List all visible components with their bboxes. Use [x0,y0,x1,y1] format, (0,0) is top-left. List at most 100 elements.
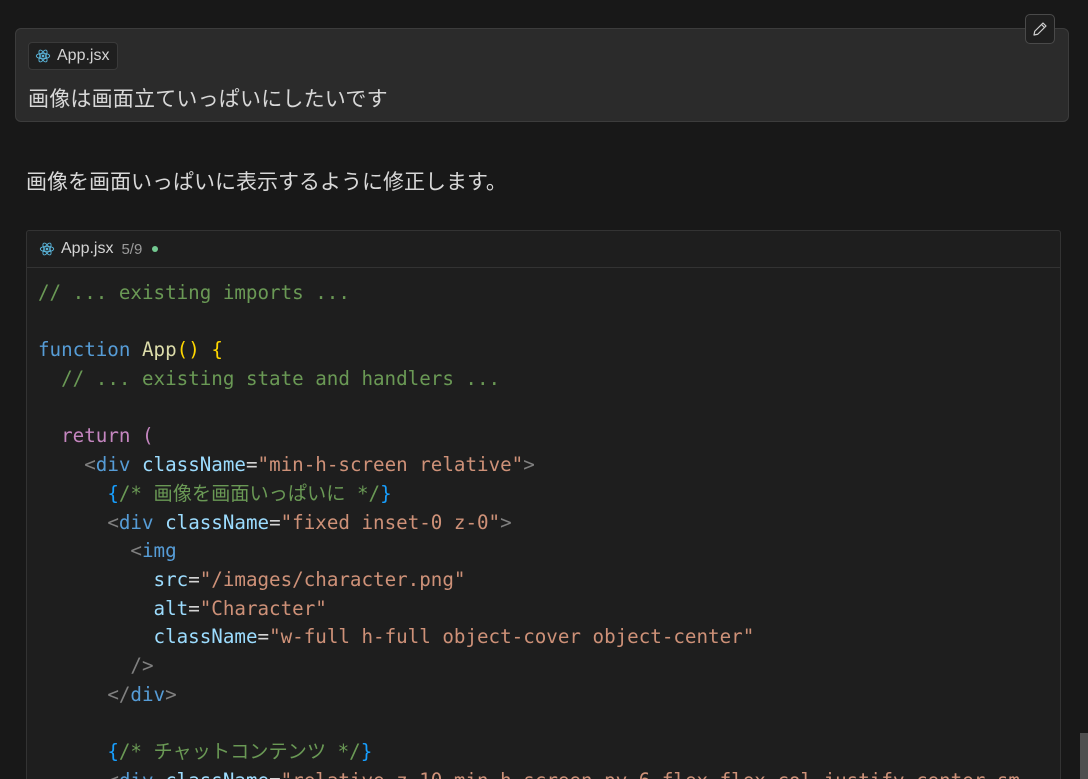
code-token: alt [153,596,189,620]
code-token: "Character" [199,596,327,620]
code-token: < [107,769,119,779]
code-token: > [500,510,512,534]
code-line: <div className="relative z-10 min-h-scre… [38,767,1060,779]
code-line: {/* チャットコンテンツ */} [38,738,1060,767]
code-token: div [118,510,154,534]
code-line: // ... existing imports ... [38,279,1060,308]
assistant-reply-text: 画像を画面いっぱいに表示するように修正します。 [26,170,507,194]
code-token: /> [130,653,154,677]
scrollbar-thumb[interactable] [1080,733,1088,779]
code-token: div [95,453,131,477]
pencil-icon [1033,22,1047,36]
code-token: () [176,338,200,362]
code-change-position: 5/9 [121,240,143,258]
code-token: = [188,596,200,620]
code-token: < [130,539,142,563]
code-line: alt="Character" [38,595,1060,624]
code-token: className [153,625,258,649]
code-token: = [245,453,258,477]
attachment-label: App.jsx [57,47,110,64]
code-line: </div> [38,681,1060,710]
code-token: { [107,740,119,763]
code-token: > [165,682,177,706]
code-token: "/images/character.png" [199,567,466,591]
code-token: </ [107,682,131,706]
code-token: "relative z-10 min-h-screen py-6 flex fl… [281,769,1020,779]
code-token: < [84,453,96,477]
code-token: // ... existing state and handlers ... [61,367,501,391]
code-token: className [142,453,246,477]
user-message-text: 画像は画面立ていっぱいにしたいです [28,87,388,111]
attachment-chip[interactable]: App.jsx [28,42,119,70]
code-token: = [188,567,200,591]
code-token: = [257,625,270,649]
code-file-name: App.jsx [61,240,114,257]
code-block: App.jsx 5/9 // ... existing imports ... … [26,230,1061,779]
code-token: img [141,539,177,563]
code-token: div [119,769,154,779]
code-token: div [130,682,166,706]
modified-dot-icon [152,246,159,252]
code-line: // ... existing state and handlers ... [38,365,1060,394]
code-token: { [107,481,119,505]
chat-panel: App.jsx 画像は画面立ていっぱいにしたいです 画像を画面いっぱいに表示する… [0,0,1088,779]
code-body: // ... existing imports ... function App… [27,268,1060,779]
code-token: function [38,338,131,362]
code-token: "fixed inset-0 z-0" [280,510,501,534]
code-token: ( [141,424,154,448]
code-line: src="/images/character.png" [38,566,1060,595]
code-token: /* チャットコンテンツ */ [118,740,361,763]
code-token: = [269,769,281,779]
code-token: } [360,740,373,763]
edit-message-button[interactable] [1025,14,1055,44]
code-token: className [165,769,269,779]
code-token: < [107,510,119,534]
code-token: src [153,567,189,591]
code-line: <img [38,537,1060,566]
code-line: {/* 画像を画面いっぱいに */} [38,480,1060,509]
code-block-header[interactable]: App.jsx 5/9 [27,231,1060,268]
code-line: <div className="min-h-screen relative"> [38,451,1060,480]
code-token: /* 画像を画面いっぱいに */ [118,481,381,505]
code-line: className="w-full h-full object-cover ob… [38,623,1060,652]
code-line: /> [38,652,1060,681]
code-line: function App() { [38,336,1060,365]
code-token: // ... existing imports ... [38,281,350,304]
code-token: } [380,481,392,505]
code-token: App [141,338,177,362]
code-line: <div className="fixed inset-0 z-0"> [38,509,1060,538]
code-token: return [61,424,131,448]
react-icon [39,242,55,256]
code-token: "min-h-screen relative" [257,453,524,477]
code-token: "w-full h-full object-cover object-cente… [269,625,755,649]
user-message-card[interactable]: App.jsx 画像は画面立ていっぱいにしたいです [15,28,1069,122]
code-token: className [165,510,270,534]
code-token: > [523,453,535,477]
code-token: = [269,510,281,534]
code-token: { [211,338,223,362]
code-line: return ( [38,422,1060,451]
react-icon [35,49,51,63]
